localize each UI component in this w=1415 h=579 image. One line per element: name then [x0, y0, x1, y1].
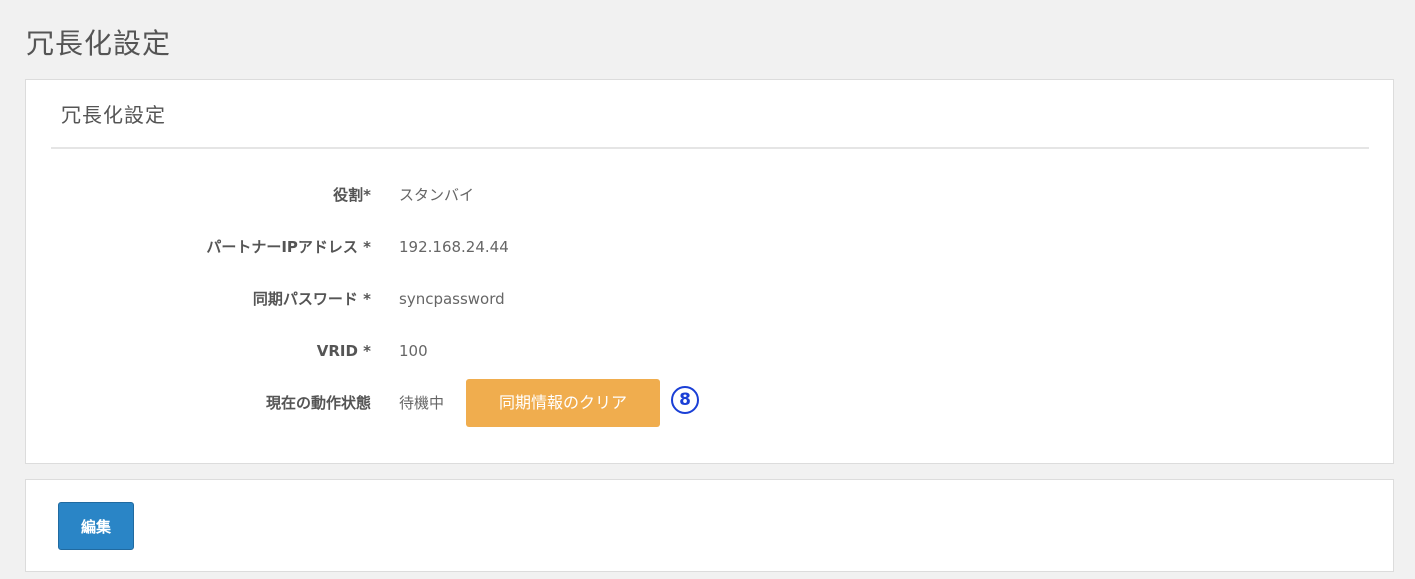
clear-sync-info-button[interactable]: 同期情報のクリア: [466, 379, 660, 427]
field-row-current-state: 現在の動作状態 待機中 同期情報のクリア 8: [26, 379, 1393, 427]
field-value-vrid: 100: [399, 342, 428, 360]
field-value-role: スタンバイ: [399, 186, 475, 204]
edit-button[interactable]: 編集: [58, 502, 134, 550]
field-row-role: 役割* スタンバイ: [26, 178, 1393, 212]
field-value-partner-ip: 192.168.24.44: [399, 238, 509, 256]
field-label-current-state: 現在の動作状態: [265, 394, 371, 412]
panel-divider: [51, 147, 1369, 149]
field-label-partner-ip: パートナーIPアドレス *: [206, 238, 371, 256]
page-title: 冗長化設定: [26, 27, 172, 60]
redundancy-settings-panel: 冗長化設定 役割* スタンバイ パートナーIPアドレス * 192.168.24…: [25, 79, 1394, 464]
field-value-sync-password: syncpassword: [399, 290, 505, 308]
panel-heading: 冗長化設定: [61, 103, 166, 127]
field-label-sync-password: 同期パスワード *: [252, 290, 371, 308]
actions-panel: 編集: [25, 479, 1394, 572]
field-row-vrid: VRID * 100: [26, 334, 1393, 368]
step-marker-badge: 8: [671, 386, 699, 414]
field-label-role: 役割*: [333, 186, 371, 204]
field-value-current-state: 待機中: [399, 394, 445, 412]
field-row-sync-password: 同期パスワード * syncpassword: [26, 282, 1393, 316]
field-label-vrid: VRID *: [316, 342, 371, 360]
field-row-partner-ip: パートナーIPアドレス * 192.168.24.44: [26, 230, 1393, 264]
